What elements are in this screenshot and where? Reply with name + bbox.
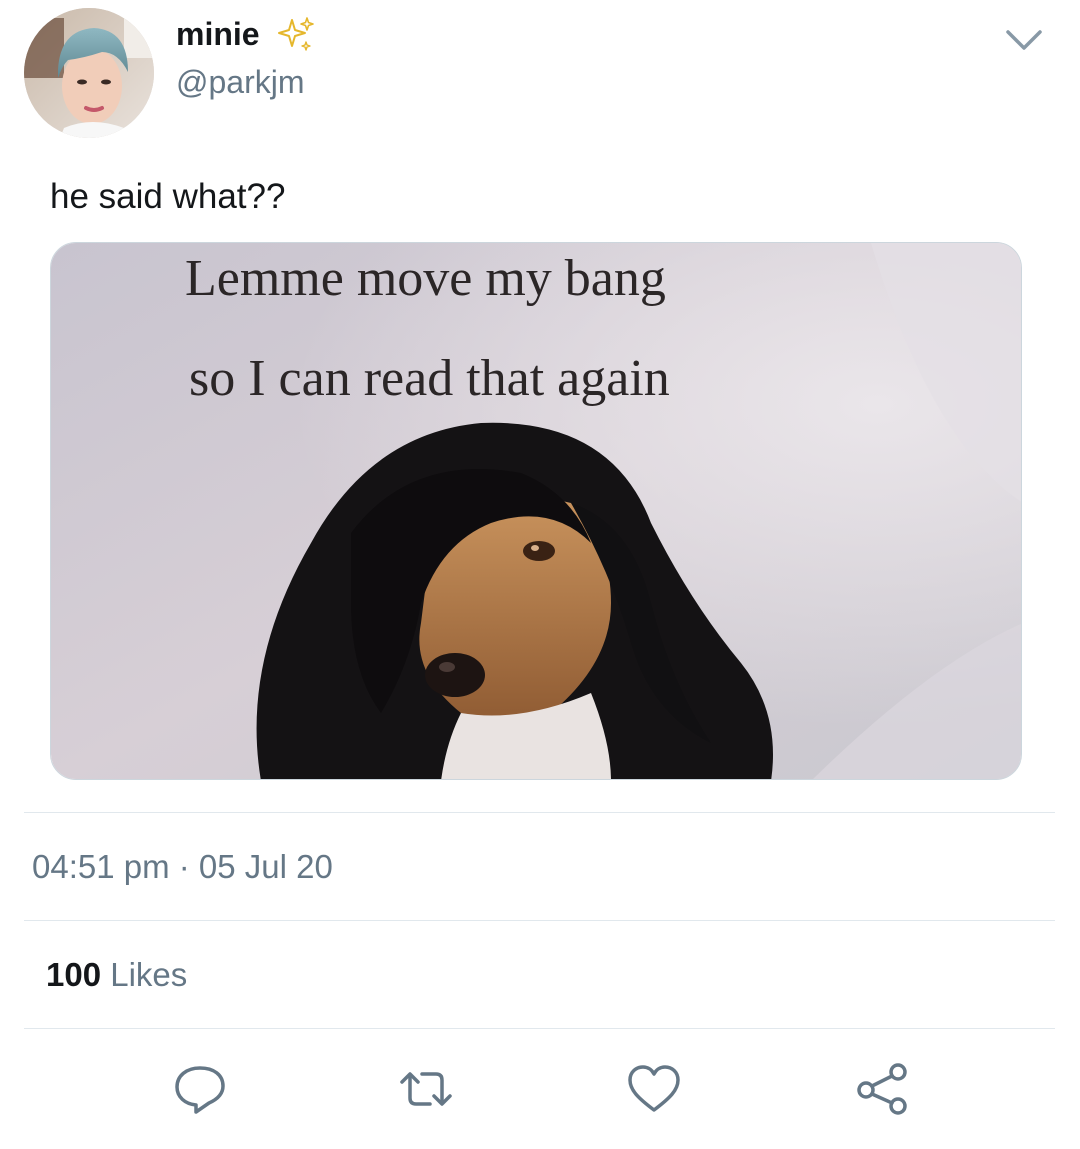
divider <box>24 812 1055 813</box>
tweet: minie @parkjm he said what?? Lemme move … <box>0 0 1080 1149</box>
divider <box>24 1028 1055 1029</box>
divider <box>24 920 1055 921</box>
sparkles-icon <box>278 17 314 51</box>
share-button[interactable] <box>852 1062 912 1116</box>
display-name[interactable]: minie <box>176 14 260 54</box>
likes-count: 100 <box>46 956 102 993</box>
likes-label: Likes <box>110 956 188 993</box>
reply-button[interactable] <box>170 1062 230 1116</box>
tweet-media[interactable]: Lemme move my bang so I can read that ag… <box>50 242 1022 780</box>
timestamp[interactable]: 04:51 pm · 05 Jul 20 <box>32 846 333 888</box>
media-image: Lemme move my bang so I can read that ag… <box>51 243 1021 779</box>
chevron-down-icon[interactable] <box>1004 22 1044 58</box>
like-button[interactable] <box>624 1062 684 1116</box>
media-caption-line2: so I can read that again <box>189 350 670 407</box>
retweet-button[interactable] <box>396 1062 456 1116</box>
media-caption-line1: Lemme move my bang <box>185 250 666 307</box>
avatar[interactable] <box>24 8 154 138</box>
likes-stat[interactable]: 100 Likes <box>46 954 187 996</box>
share-icon <box>857 1063 907 1115</box>
heart-icon <box>628 1065 680 1112</box>
user-handle[interactable]: @parkjm <box>176 62 305 102</box>
tweet-text: he said what?? <box>50 177 286 216</box>
reply-icon <box>175 1066 225 1114</box>
retweet-icon <box>400 1072 452 1106</box>
avatar-image <box>24 8 154 138</box>
